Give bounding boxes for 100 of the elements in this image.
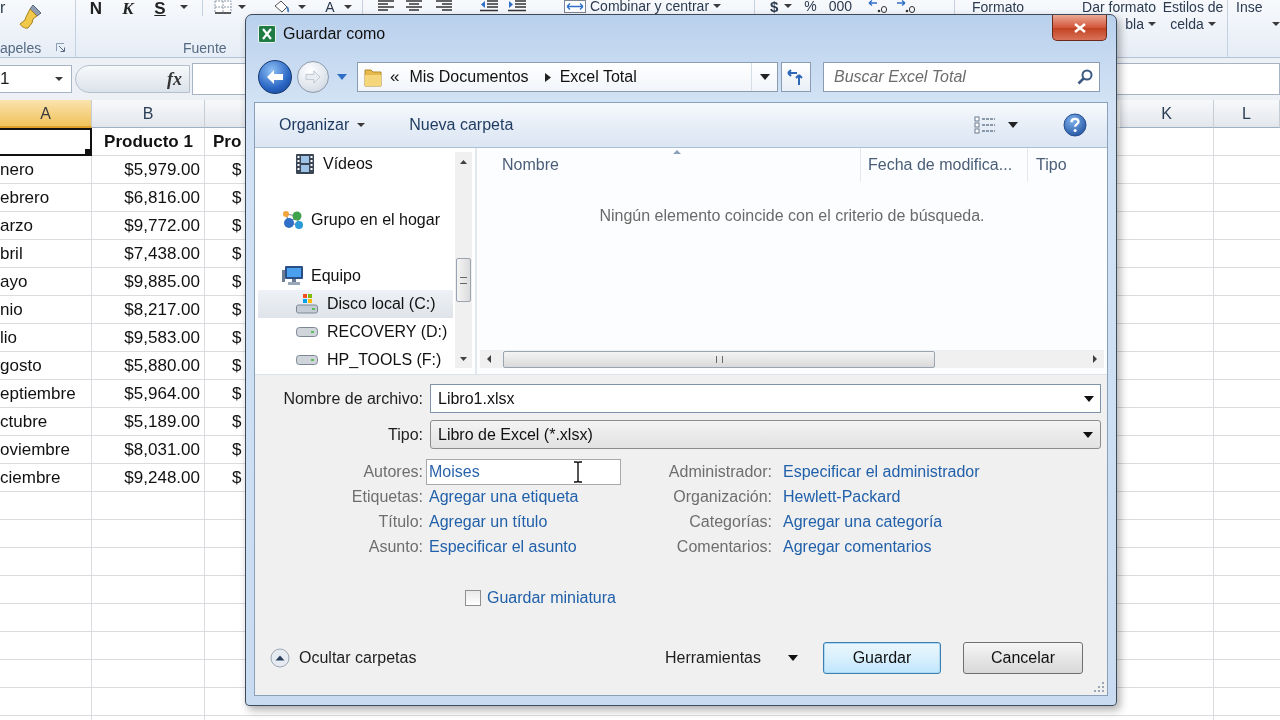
column-header[interactable]: Tipo — [1027, 148, 1107, 182]
property-field[interactable]: Moises — [426, 458, 621, 485]
organize-button[interactable]: Organizar — [274, 110, 371, 140]
column-header[interactable]: A — [0, 100, 92, 128]
chevron-right-icon[interactable] — [544, 72, 551, 82]
increase-decimal-icon[interactable] — [868, 0, 889, 13]
insert-function-button[interactable]: fx — [167, 68, 182, 90]
file-name-field[interactable]: Libro1.xlsx — [430, 384, 1101, 413]
font-color-button[interactable]: A — [320, 0, 340, 14]
property-link[interactable]: Especificar el administrador — [780, 462, 980, 481]
borders-icon[interactable] — [214, 0, 232, 14]
close-icon — [1073, 22, 1086, 33]
column-header[interactable]: L — [1214, 100, 1280, 128]
underline-button[interactable]: S — [148, 0, 172, 18]
ribbon-button-label[interactable]: bla — [1125, 16, 1144, 32]
tools-button[interactable]: Herramientas — [664, 643, 798, 673]
property-link[interactable]: Agregar comentarios — [780, 537, 932, 556]
align-center-icon[interactable] — [406, 0, 422, 12]
align-right-icon[interactable] — [436, 0, 452, 12]
italic-button[interactable]: K — [116, 0, 140, 18]
decrease-decimal-icon[interactable] — [896, 0, 917, 13]
thousands-button[interactable]: 000 — [828, 0, 853, 13]
nav-item[interactable]: RECOVERY (D:) — [258, 318, 453, 346]
table-cell-text: ctubre — [0, 411, 49, 433]
thumbnail-checkbox[interactable] — [465, 590, 481, 606]
caret-icon — [298, 5, 306, 9]
column-header[interactable]: Fecha de modifica... — [860, 148, 1027, 182]
property-link[interactable]: Especificar el asunto — [426, 537, 577, 556]
chevron-up-icon — [270, 648, 290, 668]
caret-icon — [55, 77, 63, 81]
column-header[interactable]: Nombre — [477, 148, 860, 182]
column-header[interactable]: B — [92, 100, 205, 128]
ribbon-button-label[interactable]: Formato — [972, 0, 1035, 14]
close-button[interactable] — [1052, 15, 1107, 41]
table-cell-text: $9,885.00 — [123, 271, 201, 293]
paint-bucket-icon[interactable] — [272, 0, 290, 13]
table-cell-text: $8,031.00 — [123, 439, 201, 461]
nav-item[interactable]: HP_TOOLS (F:) — [258, 346, 453, 374]
table-cell-text: $ — [231, 271, 243, 293]
horizontal-scrollbar[interactable] — [480, 350, 1104, 368]
align-left-icon[interactable] — [378, 0, 394, 12]
merge-cells-icon[interactable] — [564, 0, 586, 13]
hide-folders-button[interactable]: Ocultar carpetas — [270, 648, 417, 668]
breadcrumb-item[interactable]: Excel Total — [559, 68, 637, 86]
nav-item[interactable]: Vídeos — [258, 150, 453, 178]
property-link[interactable]: Agregar una categoría — [780, 512, 943, 531]
new-folder-button[interactable]: Nueva carpeta — [404, 110, 519, 140]
percent-button[interactable]: % — [804, 0, 817, 13]
table-cell-text: $ — [231, 243, 243, 265]
property-link[interactable]: Hewlett-Packard — [780, 487, 901, 506]
decrease-indent-icon[interactable] — [480, 0, 498, 12]
ribbon-button-label[interactable]: Estilos de — [1162, 0, 1224, 14]
property-link[interactable]: Agregar una etiqueta — [426, 487, 579, 506]
nav-item[interactable]: Grupo en el hogar — [258, 206, 453, 234]
drive-icon — [296, 327, 318, 337]
increase-indent-icon[interactable] — [508, 0, 526, 12]
property-link[interactable]: Agregar un título — [426, 512, 548, 531]
ribbon-button-label[interactable]: Inse — [1236, 0, 1280, 14]
bold-button[interactable]: N — [84, 0, 108, 18]
address-bar[interactable]: « Mis Documentos Excel Total — [357, 62, 778, 92]
search-field[interactable]: Buscar Excel Total — [823, 62, 1100, 92]
table-cell-text: gosto — [0, 355, 43, 377]
ribbon-button-label[interactable]: Dar formato — [1082, 0, 1156, 14]
save-button[interactable]: Guardar — [823, 642, 941, 674]
caret-icon — [1272, 22, 1280, 26]
table-cell-text: $5,979.00 — [123, 159, 201, 181]
cancel-button[interactable]: Cancelar — [963, 642, 1083, 674]
back-button[interactable] — [258, 60, 292, 94]
scroll-thumb[interactable] — [503, 350, 935, 368]
table-cell-text: Pro — [212, 131, 243, 153]
scroll-thumb[interactable] — [456, 258, 471, 302]
caret-icon[interactable] — [1084, 396, 1094, 402]
checkbox-label[interactable]: Guardar miniatura — [487, 589, 616, 607]
file-type-select[interactable]: Libro de Excel (*.xlsx) — [430, 420, 1101, 449]
breadcrumb-item[interactable]: Mis Documentos — [409, 68, 529, 86]
breadcrumb-overflow-button[interactable]: « — [390, 67, 400, 87]
table-cell-text: $ — [231, 215, 243, 237]
name-box[interactable]: 1 — [0, 65, 72, 93]
merge-center-button[interactable]: Combinar y centrar — [590, 0, 710, 13]
caret-icon — [1148, 22, 1156, 26]
nav-item[interactable]: Equipo — [258, 262, 453, 290]
dialog-launcher-icon[interactable] — [56, 43, 65, 52]
currency-button[interactable]: $ — [770, 0, 779, 13]
table-cell-text: $ — [231, 187, 243, 209]
table-cell-text: $ — [231, 355, 243, 377]
ribbon-label: r — [0, 0, 6, 15]
ribbon-button-label[interactable]: celda — [1170, 16, 1204, 32]
arrow-right-icon — [305, 70, 321, 84]
vertical-scrollbar[interactable] — [455, 152, 472, 368]
help-button[interactable] — [1063, 113, 1087, 137]
column-header[interactable]: K — [1120, 100, 1214, 128]
resize-grip-icon[interactable] — [1094, 682, 1105, 693]
paintbrush-icon[interactable] — [19, 4, 44, 30]
refresh-button[interactable] — [781, 62, 811, 92]
caret-icon — [759, 74, 770, 80]
table-cell-text: $ — [231, 299, 243, 321]
caret-icon — [357, 123, 366, 127]
search-icon[interactable] — [1077, 69, 1093, 85]
nav-item[interactable]: Disco local (C:) — [258, 290, 453, 318]
caret-icon — [1008, 122, 1018, 128]
